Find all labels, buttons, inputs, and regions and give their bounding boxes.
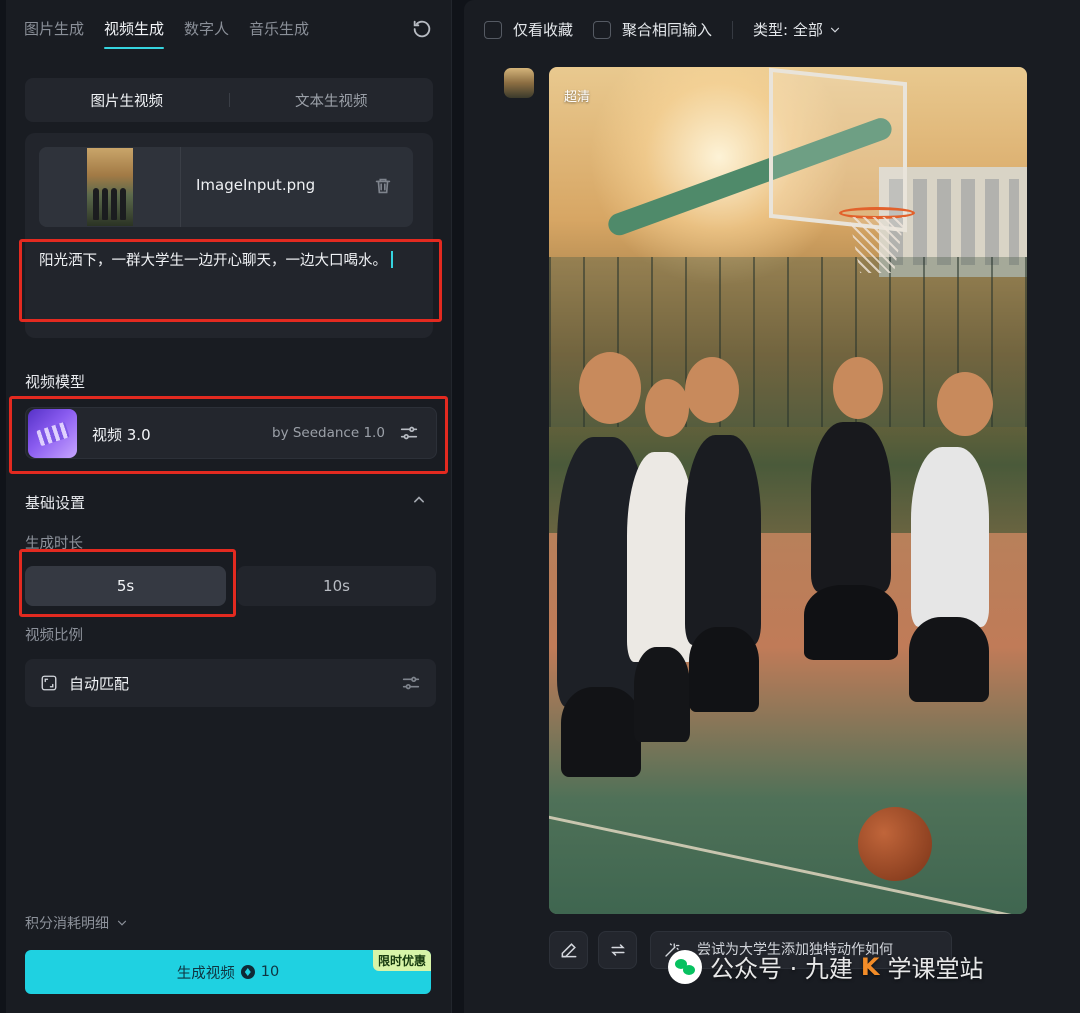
model-provider: by Seedance 1.0	[272, 425, 385, 441]
watermark-text: 公众号 · 九建	[710, 955, 853, 983]
merge-same-input-checkbox[interactable]: 聚合相同输入	[593, 19, 712, 40]
input-card: ImageInput.png 阳光洒下，一群大学生一边开心聊天，一边大口喝水。	[25, 133, 433, 338]
input-image-avatar[interactable]	[504, 68, 534, 98]
tab-image-generation[interactable]: 图片生成	[24, 18, 84, 49]
left-panel: 图片生成 视频生成 数字人 音乐生成 图片生视频 文本生视频 ImageInpu…	[6, 0, 452, 1013]
model-name: 视频 3.0	[92, 426, 151, 444]
favorites-only-label: 仅看收藏	[513, 21, 574, 39]
player-head	[833, 357, 883, 419]
mode-switch: 图片生视频 文本生视频	[25, 78, 433, 122]
ratio-label: 视频比例	[25, 628, 83, 644]
right-panel: 仅看收藏 聚合相同输入 类型: 全部 超清 尝试为大学生添加独特动作如何	[464, 0, 1080, 1013]
model-settings-icon[interactable]	[398, 422, 420, 444]
wechat-logo-icon	[668, 949, 702, 984]
uploaded-file[interactable]: ImageInput.png	[39, 147, 413, 227]
ratio-selector[interactable]: 自动匹配	[25, 659, 436, 707]
duration-10s-button[interactable]: 10s	[237, 566, 436, 606]
player-figure	[811, 422, 891, 592]
image-to-video-button[interactable]: 图片生视频	[25, 90, 229, 111]
credits-label: 积分消耗明细	[25, 916, 109, 932]
generate-video-button[interactable]: 生成视频 10 限时优惠	[25, 950, 431, 994]
watermark-suffix: 学课堂站	[887, 955, 984, 983]
video-model-label: 视频模型	[25, 373, 86, 391]
prompt-textarea[interactable]: 阳光洒下，一群大学生一边开心聊天，一边大口喝水。	[39, 249, 409, 274]
type-filter-dropdown[interactable]: 类型: 全部	[753, 19, 842, 40]
file-thumbnail	[86, 148, 133, 226]
pencil-icon	[561, 943, 577, 958]
edit-button[interactable]	[549, 931, 588, 969]
tab-digital-human[interactable]: 数字人	[184, 18, 229, 49]
text-cursor	[391, 251, 393, 268]
quality-badge: 超清	[564, 90, 591, 105]
checkbox-icon	[484, 20, 502, 39]
file-name: ImageInput.png	[196, 176, 316, 194]
regenerate-button[interactable]	[598, 931, 637, 969]
player-head	[579, 352, 641, 424]
ratio-settings-icon[interactable]	[400, 672, 422, 694]
duration-label: 生成时长	[25, 536, 83, 552]
player-figure	[911, 447, 989, 627]
player-figure	[561, 687, 641, 777]
player-head	[685, 357, 739, 423]
type-filter-label: 类型: 全部	[753, 21, 823, 39]
prompt-text: 阳光洒下，一群大学生一边开心聊天，一边大口喝水。	[39, 253, 387, 269]
basic-settings-label: 基础设置	[25, 494, 86, 512]
chevron-down-icon	[830, 27, 839, 33]
aspect-ratio-icon	[41, 675, 57, 691]
result-filters: 仅看收藏 聚合相同输入 类型: 全部	[484, 19, 842, 40]
generate-cost: 10	[260, 964, 280, 980]
chevron-down-icon	[117, 920, 127, 926]
generated-video-preview[interactable]: 超清	[549, 67, 1027, 914]
refresh-icon[interactable]	[411, 18, 433, 40]
basketball	[858, 807, 932, 881]
credit-coin-icon	[240, 965, 255, 979]
player-figure	[909, 617, 989, 702]
tab-music-generation[interactable]: 音乐生成	[249, 18, 309, 49]
watermark-k-logo: K	[860, 952, 880, 981]
trash-icon[interactable]	[372, 175, 394, 197]
chevron-up-icon[interactable]	[409, 490, 429, 510]
credits-detail-toggle[interactable]: 积分消耗明细	[25, 913, 129, 933]
player-head	[937, 372, 993, 436]
player-head	[645, 379, 689, 437]
player-figure	[689, 627, 759, 712]
player-figure	[634, 647, 690, 742]
favorites-only-checkbox[interactable]: 仅看收藏	[484, 19, 573, 40]
divider	[732, 20, 734, 39]
duration-5s-button[interactable]: 5s	[25, 566, 226, 606]
player-figure	[804, 585, 898, 660]
watermark: 公众号 · 九建 K 学课堂站	[668, 949, 984, 984]
top-tabs: 图片生成 视频生成 数字人 音乐生成	[24, 18, 309, 49]
checkbox-icon	[593, 20, 612, 39]
ratio-value: 自动匹配	[69, 675, 130, 693]
swap-icon	[611, 944, 625, 956]
generate-label: 生成视频	[176, 965, 235, 982]
file-thumbnail-frame	[39, 147, 181, 227]
model-selector[interactable]: 视频 3.0 by Seedance 1.0	[25, 407, 437, 459]
player-figure	[685, 435, 761, 645]
tab-video-generation[interactable]: 视频生成	[104, 18, 165, 49]
model-logo-icon	[28, 409, 77, 458]
merge-same-input-label: 聚合相同输入	[622, 21, 713, 39]
text-to-video-button[interactable]: 文本生视频	[230, 90, 434, 111]
promo-badge: 限时优惠	[372, 950, 431, 971]
